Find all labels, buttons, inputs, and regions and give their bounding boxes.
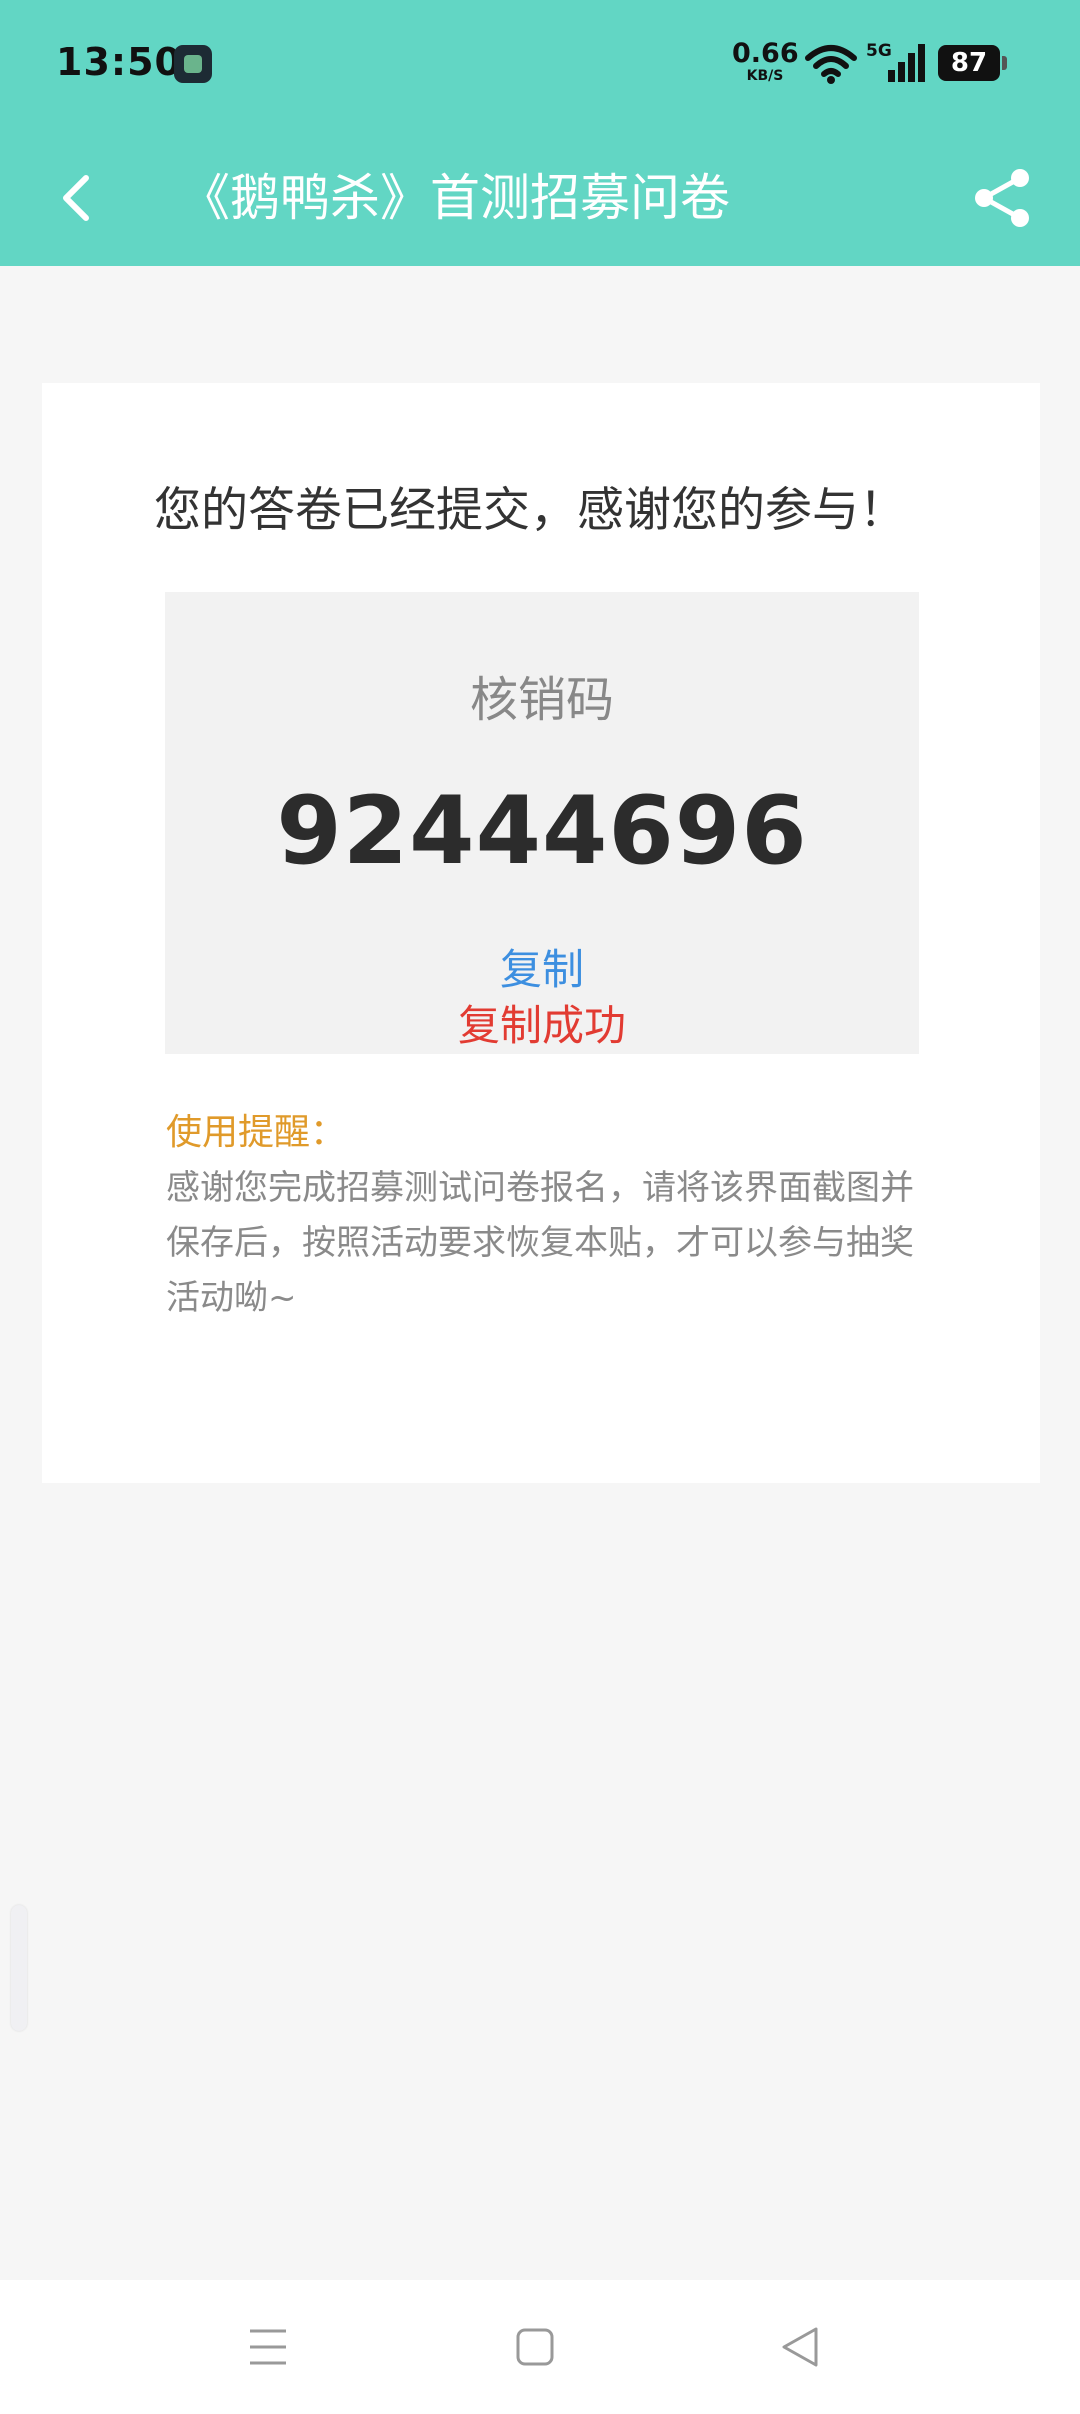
code-value: 92444696 [276,777,808,886]
back-icon[interactable] [48,168,108,228]
wifi-icon [805,45,857,84]
network-type-label: 5G [866,41,892,61]
app-notification-icon [174,45,212,83]
thanks-message: 您的答卷已经提交，感谢您的参与！ [154,483,906,538]
home-icon[interactable] [515,2323,555,2371]
menu-icon[interactable] [248,2323,288,2371]
back-triangle-icon[interactable] [780,2323,820,2371]
submission-result-card: 您的答卷已经提交，感谢您的参与！ 核销码 92444696 复制 复制成功 使用… [42,383,1040,1483]
edge-scroll-handle[interactable] [11,1905,27,2031]
page-title: 《鹅鸭杀》首测招募问卷 [180,169,730,227]
status-time: 13:50 [56,40,182,84]
app-bar: 《鹅鸭杀》首测招募问卷 [0,130,1080,266]
verification-code-box: 核销码 92444696 复制 复制成功 [165,592,919,1054]
battery-indicator: 87 [938,45,1007,81]
tip-title: 使用提醒： [166,1112,347,1153]
signal-5g-icon: 5G [866,41,925,82]
copy-button[interactable]: 复制 [165,936,919,997]
code-label: 核销码 [469,672,614,728]
network-speed-value: 0.66 [732,38,799,69]
copy-success-message: 复制成功 [457,1001,626,1050]
system-nav-bar [0,2280,1080,2414]
network-speed: 0.66 KB/S [732,38,799,84]
network-speed-unit: KB/S [746,68,784,84]
status-bar: 13:50 0.66 KB/S 5G 87 [0,0,1080,130]
share-icon[interactable] [968,164,1036,232]
tip-body: 感谢您完成招募测试问卷报名，请将该界面截图并保存后，按照活动要求恢复本贴，才可以… [166,1168,914,1318]
